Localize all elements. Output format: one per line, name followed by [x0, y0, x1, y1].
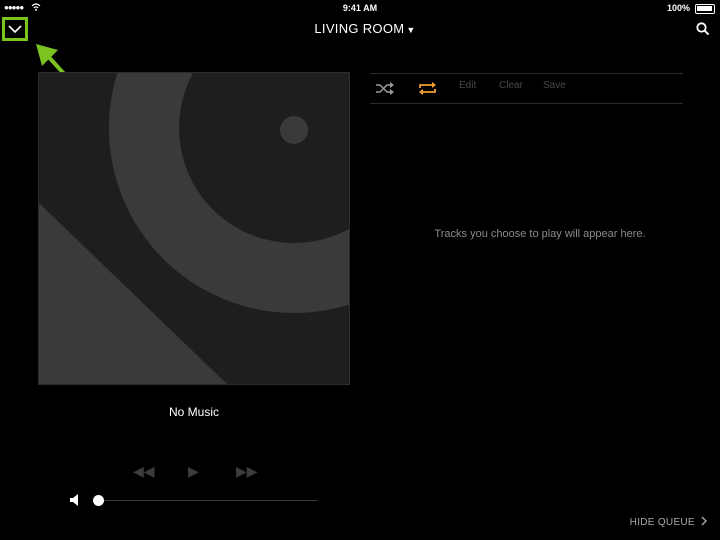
play-icon[interactable]: ▶	[188, 463, 199, 480]
queue-empty-message: Tracks you choose to play will appear he…	[434, 228, 646, 240]
hide-queue-label: HIDE QUEUE	[629, 517, 695, 528]
speaker-icon	[70, 494, 78, 506]
chevron-right-icon	[701, 516, 707, 526]
battery-percent: 100%	[666, 3, 690, 13]
previous-icon[interactable]: ◀◀	[133, 463, 155, 480]
clear-button[interactable]: Clear	[499, 80, 523, 91]
battery-icon	[695, 4, 715, 14]
room-name: LIVING ROOM	[314, 21, 405, 36]
save-button[interactable]: Save	[543, 80, 566, 91]
next-icon[interactable]: ▶▶	[236, 463, 258, 480]
repeat-icon[interactable]	[417, 81, 438, 96]
shuffle-icon[interactable]	[375, 82, 394, 95]
divider	[370, 73, 683, 74]
divider	[370, 103, 683, 104]
status-bar: ●●●●● 9:41 AM 100%	[0, 0, 720, 16]
album-art	[38, 72, 350, 385]
now-playing-title: No Music	[168, 405, 219, 419]
search-icon[interactable]	[696, 22, 710, 36]
room-selector[interactable]: LIVING ROOM ▼	[0, 21, 720, 36]
caret-down-icon: ▼	[406, 25, 416, 35]
volume-slider[interactable]	[98, 500, 318, 501]
edit-button[interactable]: Edit	[459, 80, 476, 91]
hide-queue-button[interactable]: HIDE QUEUE	[630, 516, 708, 528]
volume-knob[interactable]	[93, 495, 104, 506]
status-time: 9:41 AM	[342, 3, 378, 13]
